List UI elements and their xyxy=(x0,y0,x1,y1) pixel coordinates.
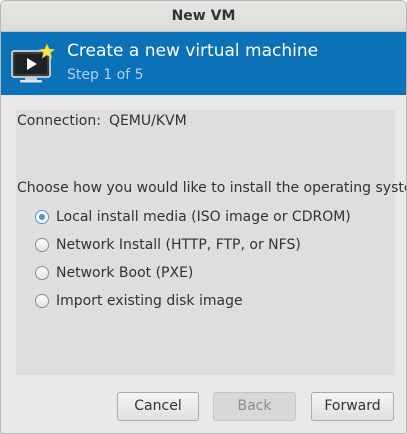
banner-title: Create a new virtual machine xyxy=(67,41,319,61)
cancel-button[interactable]: Cancel xyxy=(117,392,199,421)
radio-label: Network Install (HTTP, FTP, or NFS) xyxy=(56,237,301,253)
step-indicator: Step 1 of 5 xyxy=(67,67,144,83)
radio-button[interactable] xyxy=(35,238,49,252)
radio-label: Local install media (ISO image or CDROM) xyxy=(56,209,351,225)
radio-button[interactable] xyxy=(35,266,49,280)
radio-label: Import existing disk image xyxy=(56,293,243,309)
radio-button[interactable] xyxy=(35,294,49,308)
radio-local-install-media[interactable]: Local install media (ISO image or CDROM) xyxy=(35,207,351,227)
radio-network-boot[interactable]: Network Boot (PXE) xyxy=(35,263,193,283)
radio-network-install[interactable]: Network Install (HTTP, FTP, or NFS) xyxy=(35,235,301,255)
header-banner: Create a new virtual machine Step 1 of 5 xyxy=(1,32,406,95)
window-title: New VM xyxy=(171,8,236,24)
forward-button[interactable]: Forward xyxy=(311,392,394,421)
install-question: Choose how you would like to install the… xyxy=(17,180,407,196)
connection-label: Connection: xyxy=(17,113,101,129)
back-button: Back xyxy=(213,392,296,421)
radio-import-disk-image[interactable]: Import existing disk image xyxy=(35,291,243,311)
radio-label: Network Boot (PXE) xyxy=(56,265,194,281)
new-vm-dialog: New VM Create a new virtual machine Step… xyxy=(0,0,407,434)
connection-info: Connection: QEMU/KVM xyxy=(17,113,187,129)
connection-value: QEMU/KVM xyxy=(108,113,187,129)
radio-button[interactable] xyxy=(35,210,49,224)
vm-monitor-star-icon xyxy=(11,43,56,83)
title-bar[interactable]: New VM xyxy=(1,1,406,32)
install-method-panel: Connection: QEMU/KVM Choose how you would… xyxy=(16,110,406,375)
